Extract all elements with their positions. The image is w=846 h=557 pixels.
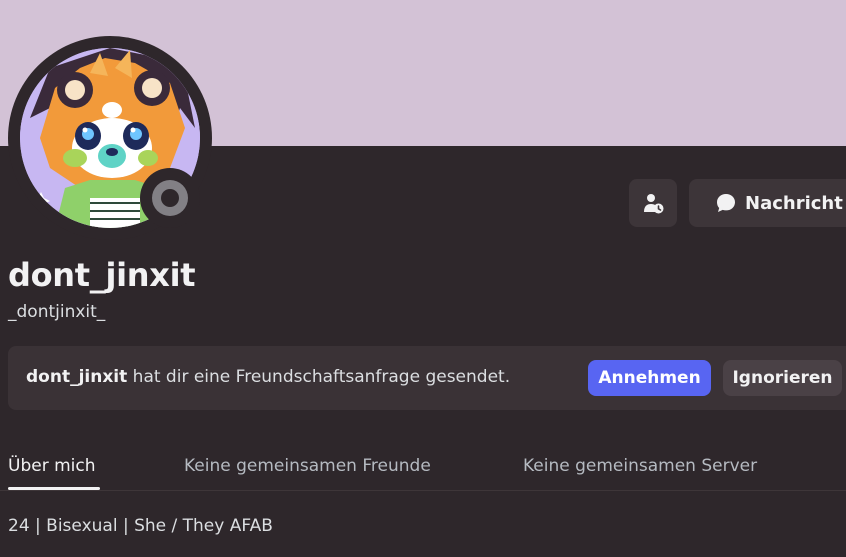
friend-request-message: dont_jinxit hat dir eine Freundschaftsan… <box>26 367 510 387</box>
username: _dontjinxit_ <box>8 302 106 322</box>
status-indicator-hole <box>161 189 179 207</box>
chat-bubble-icon <box>715 192 737 214</box>
profile-tabs: Über mich Keine gemeinsamen Freunde Kein… <box>0 446 846 491</box>
user-pending-icon <box>644 194 664 214</box>
message-button-label: Nachricht <box>745 192 843 214</box>
active-tab-indicator <box>8 487 100 490</box>
user-profile: Nachricht dont_jinxit _dontjinxit_ dont_… <box>0 0 846 557</box>
display-name: dont_jinxit <box>8 256 196 294</box>
ignore-request-button[interactable]: Ignorieren <box>723 360 842 396</box>
message-button[interactable]: Nachricht <box>689 179 846 227</box>
tab-about-me[interactable]: Über mich <box>8 456 96 476</box>
friend-request-banner: dont_jinxit hat dir eine Freundschaftsan… <box>8 346 846 410</box>
tab-mutual-friends[interactable]: Keine gemeinsamen Freunde <box>184 456 431 476</box>
tab-mutual-servers[interactable]: Keine gemeinsamen Server <box>523 456 757 476</box>
about-me-bio: 24 | Bisexual | She / They AFAB <box>8 516 273 536</box>
pending-friend-button[interactable] <box>629 179 677 227</box>
accept-request-button[interactable]: Annehmen <box>588 360 711 396</box>
friend-request-text: hat dir eine Freundschaftsanfrage gesend… <box>127 367 511 387</box>
friend-request-sender: dont_jinxit <box>26 367 128 387</box>
